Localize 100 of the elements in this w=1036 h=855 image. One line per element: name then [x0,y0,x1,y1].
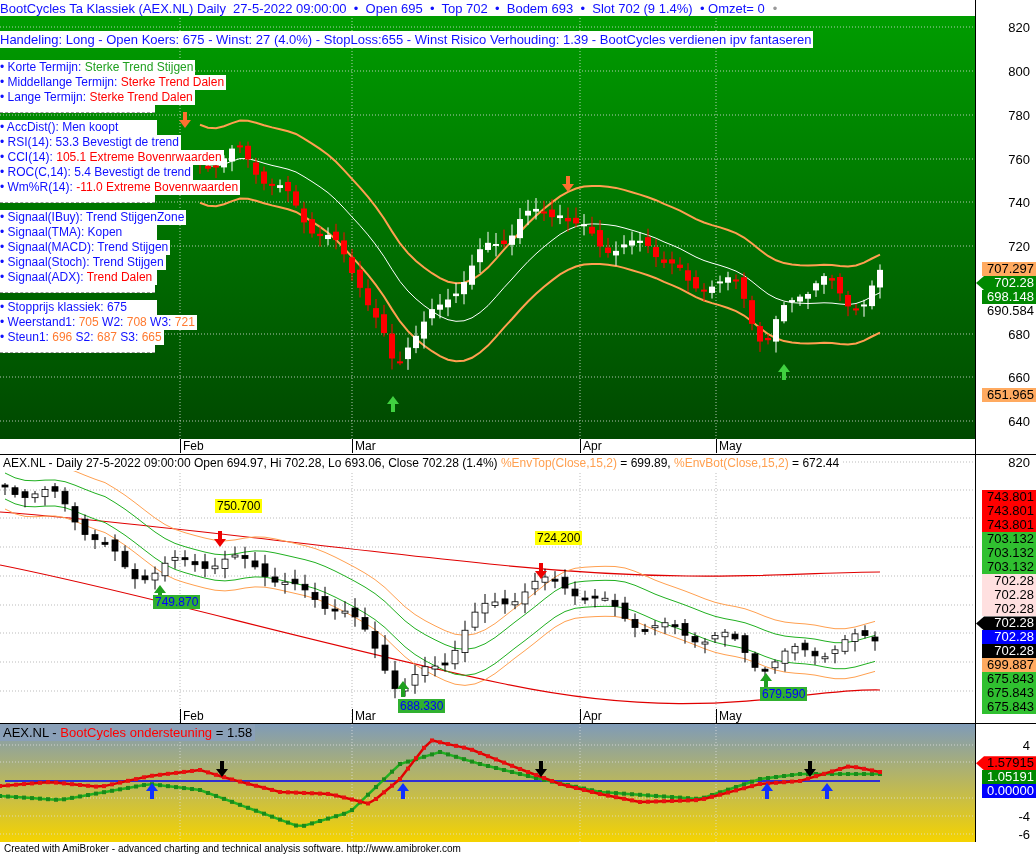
price-tag: 675.843 [982,686,1036,701]
month-label: Feb [180,439,204,454]
candle [131,563,139,590]
candle [511,592,519,611]
candle [531,572,539,597]
arrow-up-icon [397,783,409,800]
arrow-up-icon [760,673,772,690]
candle [421,656,429,684]
candle [591,589,599,609]
trade-summary: Handeling: Long - Open Koers: 675 - Winst: 27 (4.0%) - StopLoss:655 - Winst Risico Verhouding: 1.39 - BootCycles verdienen ipv fantaseren [0,31,814,48]
candle [691,632,699,649]
arrow-up-icon [387,396,399,412]
candle [281,572,289,595]
candle [261,554,269,588]
axis-label: 680 [1008,327,1030,342]
candle [31,490,39,504]
price-tag: 703.132 [982,560,1036,575]
axis-label: 740 [1008,195,1030,210]
candle [471,602,479,632]
footer-text: Created with AmiBroker - advanced charting and technical analysis software. http://www.amibroker.com [3,842,462,855]
candle [41,486,49,507]
price-tag: 702.28 [982,588,1036,603]
candle [361,607,369,633]
price-tag: 0.00000 [982,784,1036,799]
candle [121,545,129,570]
arrow-down-icon [179,112,191,128]
chart-title: BootCycles Ta Klassiek (AEX.NL) Daily 27-5-2022 09:00:00 • Open 695 • Top 702 • Bodem 693 • Slot 702 (9 1.4%) • Omzet= 0 [0,0,765,16]
arrow-up-icon [778,364,790,380]
arrow-up-icon [397,681,409,698]
price-tag: 702.28 [982,574,1036,589]
axis-label: 760 [1008,152,1030,167]
price-tag: 707.297 [982,262,1036,276]
arrow-down-icon [214,531,226,548]
candle [701,638,709,655]
candle [51,483,59,499]
price-tag: 699.887 [982,658,1036,673]
arrow-up-icon [761,783,773,800]
candle [601,591,609,603]
candle [491,592,499,609]
candle [501,589,509,615]
candle [561,569,569,596]
candle [101,537,109,548]
candle [481,594,489,624]
month-label: Apr [580,439,602,454]
candle [311,582,319,609]
candle [411,664,419,695]
title-marker: • [772,0,778,16]
price-tag: 703.132 [982,546,1036,561]
price-label: 749.870 [153,595,201,610]
arrow-down-icon [216,761,228,778]
axis-label: 720 [1008,239,1030,254]
arrow-down-icon [562,176,574,192]
candle [171,550,179,570]
candle [371,621,379,660]
candle [141,569,149,585]
price-tag: 743.801 [982,504,1036,519]
price-tag: 743.801 [982,518,1036,533]
arrow-down-icon [535,563,547,580]
candle [61,487,69,513]
axis-label: 820 [1008,455,1030,471]
candle [461,620,469,664]
price-tag: 675.843 [982,700,1036,715]
candle [711,631,719,644]
candle [271,567,279,588]
candle [851,628,859,653]
price-tag: 702.28 [976,276,1036,290]
month-label: May [716,709,742,724]
arrow-up-icon [821,783,833,800]
candle [301,574,309,599]
month-label: May [716,439,742,454]
candle [681,619,689,645]
price-tag: 743.801 [982,490,1036,505]
axis-label: -6 [1018,827,1030,843]
candle [581,590,589,606]
candle [91,529,99,550]
candle [251,552,259,571]
price-label: 679.590 [760,687,808,702]
candle [441,653,449,673]
price-tag: 698.148 [982,290,1036,304]
month-label: Mar [352,709,376,724]
price-label: 724.200 [535,531,583,546]
price-tag: 702.28 [976,616,1036,631]
candle [391,660,399,700]
candle [381,635,389,675]
candle [751,651,759,673]
candle [231,546,239,561]
price-tag: 702.28 [982,630,1036,645]
price-tag: 703.132 [982,532,1036,547]
candle [211,557,219,576]
axis-label: 660 [1008,370,1030,385]
candle [151,566,159,591]
price-tag: 702.28 [982,644,1036,659]
candle [521,583,529,615]
axis-label: 780 [1008,108,1030,123]
candle [841,634,849,656]
candle [451,640,459,671]
axis-label: 820 [1008,20,1030,35]
axis-label: 800 [1008,64,1030,79]
candle [71,502,79,532]
candle [641,623,649,636]
